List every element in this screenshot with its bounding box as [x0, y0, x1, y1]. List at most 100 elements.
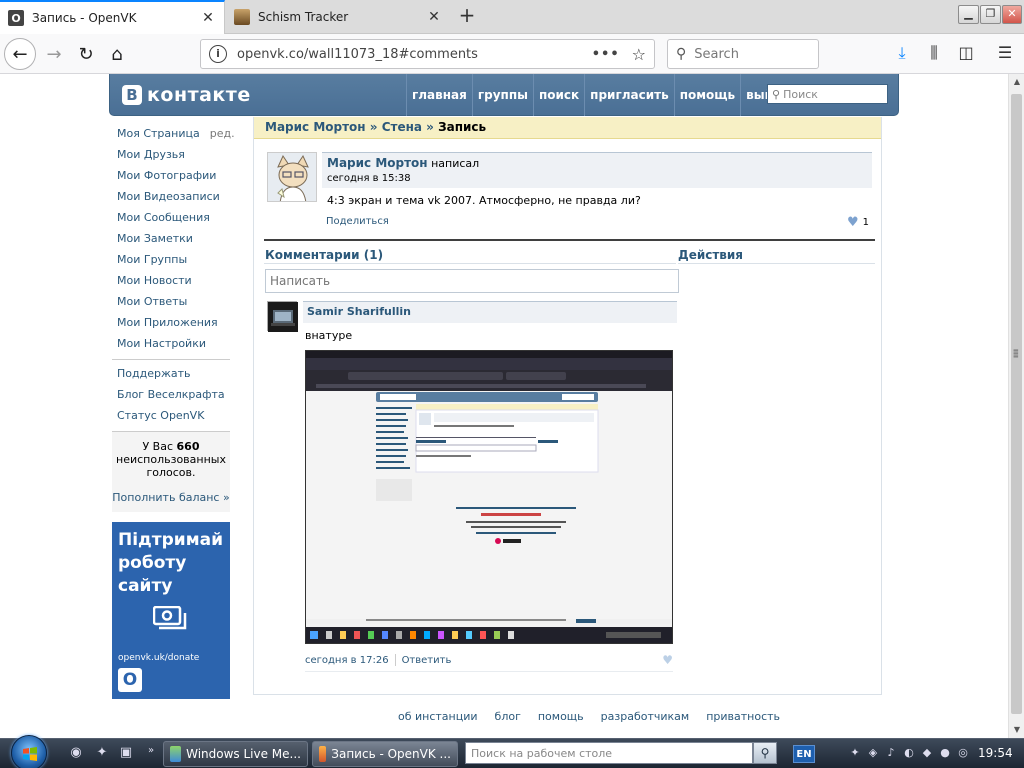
breadcrumb-user[interactable]: Марис Мортон	[265, 120, 366, 134]
topup-balance-link[interactable]: Пополнить баланс »	[112, 491, 230, 504]
taskbar-windows-live-messenger[interactable]: Windows Live Me...	[163, 741, 308, 767]
post-like-button[interactable]: ♥ 1	[847, 215, 869, 230]
post-author-link[interactable]: Марис Мортон	[327, 156, 428, 170]
menu-videos[interactable]: Мои Видеозаписи	[112, 189, 230, 210]
menu-blog[interactable]: Блог Веселкрафта	[112, 387, 230, 408]
menu-friends[interactable]: Мои Друзья	[112, 147, 230, 168]
vk-search-input[interactable]: ⚲ Поиск	[767, 84, 888, 104]
page-actions-icon[interactable]: •••	[592, 47, 620, 62]
edit-link[interactable]: ред.	[210, 127, 235, 140]
page-viewport: B контакте главная группы поиск пригласи…	[0, 74, 1008, 738]
nav-search[interactable]: поиск	[532, 74, 584, 116]
quicklaunch-browser-icon[interactable]: ◉	[67, 745, 85, 763]
comment-attached-screenshot[interactable]	[305, 350, 673, 644]
tab-title: Schism Tracker	[258, 10, 349, 24]
bookmark-star-icon[interactable]: ☆	[632, 45, 646, 64]
comment-author-link[interactable]: Samir Sharifullin	[307, 305, 411, 318]
share-link[interactable]: Поделиться	[326, 216, 389, 227]
taskbar-openvk-browser[interactable]: Запись - OpenVK ...	[312, 741, 458, 767]
tray-update-icon[interactable]: ◆	[920, 746, 934, 760]
site-info-icon[interactable]: i	[209, 45, 227, 63]
tray-security-icon[interactable]: ◐	[902, 746, 916, 760]
desktop-search-icon[interactable]: ⚲	[753, 742, 777, 764]
desktop-search-input[interactable]: Поиск на рабочем столе	[465, 742, 753, 764]
comment-input[interactable]	[265, 269, 679, 293]
breadcrumb: Марис Мортон » Стена » Запись	[254, 117, 881, 139]
restore-window-icon[interactable]: ❐	[980, 5, 1001, 24]
footer-links: об инстанции блог помощь разработчикам п…	[398, 710, 798, 723]
menu-hamburger-icon[interactable]: ☰	[994, 43, 1016, 65]
comment-like-heart-icon[interactable]: ♥	[662, 653, 673, 667]
vk-search-placeholder: Поиск	[783, 87, 818, 101]
tray-speaker-icon[interactable]: ◎	[956, 746, 970, 760]
menu-news[interactable]: Мои Новости	[112, 273, 230, 294]
menu-support[interactable]: Поддержать	[112, 366, 230, 387]
menu-apps[interactable]: Мои Приложения	[112, 315, 230, 336]
footer-about-instance[interactable]: об инстанции	[398, 710, 478, 723]
scroll-up-arrow-icon[interactable]: ▲	[1009, 74, 1024, 90]
new-tab-plus-icon[interactable]: +	[455, 4, 479, 28]
scroll-down-arrow-icon[interactable]: ▼	[1009, 722, 1024, 738]
menu-label[interactable]: Моя Страница	[117, 127, 200, 140]
breadcrumb-sep: »	[422, 120, 439, 134]
download-icon[interactable]: ⤓	[891, 43, 913, 65]
language-indicator[interactable]: EN	[793, 745, 815, 763]
footer-developers[interactable]: разработчикам	[601, 710, 690, 723]
close-tab-icon[interactable]: ✕	[200, 10, 216, 26]
vk-logo-word: контакте	[147, 84, 251, 106]
home-icon[interactable]: ⌂	[101, 38, 133, 70]
nav-groups[interactable]: группы	[471, 74, 533, 116]
nav-help[interactable]: помощь	[673, 74, 740, 116]
back-arrow-icon[interactable]: ←	[4, 38, 36, 70]
quicklaunch-terminal-icon[interactable]: ▣	[117, 745, 135, 763]
menu-notes[interactable]: Мои Заметки	[112, 231, 230, 252]
vk-logo[interactable]: B контакте	[122, 84, 251, 106]
sidebar-icon[interactable]: ◫	[955, 43, 977, 65]
comment-date[interactable]: сегодня в 17:26	[305, 655, 389, 666]
url-bar[interactable]: i openvk.co/wall11073_18#comments ••• ☆	[200, 39, 655, 69]
start-button[interactable]	[11, 735, 47, 768]
system-clock[interactable]: 19:54	[978, 746, 1013, 760]
reload-icon[interactable]: ↻	[70, 38, 102, 70]
post-author-avatar[interactable]	[267, 152, 317, 202]
donate-banner[interactable]: Підтримай роботу сайту openvk.uk/donate …	[112, 522, 230, 699]
menu-settings[interactable]: Мои Настройки	[112, 336, 230, 357]
quicklaunch-app-icon[interactable]: ✦	[93, 745, 111, 763]
tray-volume-icon[interactable]: ♪	[884, 746, 898, 760]
footer-help[interactable]: помощь	[538, 710, 584, 723]
close-window-icon[interactable]: ✕	[1002, 5, 1022, 24]
tab-schism-tracker[interactable]: Schism Tracker ✕	[226, 0, 450, 34]
menu-status[interactable]: Статус OpenVK	[112, 408, 230, 429]
nav-home[interactable]: главная	[406, 74, 472, 116]
scroll-grip-icon: ▬ ▬ ▬	[1013, 347, 1019, 360]
menu-messages[interactable]: Мои Сообщения	[112, 210, 230, 231]
tab-openvk[interactable]: O Запись - OpenVK ✕	[0, 0, 225, 34]
menu-photos[interactable]: Мои Фотографии	[112, 168, 230, 189]
browser-search-input[interactable]: ⚲ Search	[667, 39, 819, 69]
forward-arrow-icon[interactable]: →	[38, 38, 70, 70]
breadcrumb-wall[interactable]: Стена	[382, 120, 422, 134]
close-tab-icon[interactable]: ✕	[426, 9, 442, 25]
library-icon[interactable]: ⫼	[923, 43, 945, 65]
comment-author-avatar[interactable]	[267, 301, 298, 332]
footer-privacy[interactable]: приватность	[706, 710, 780, 723]
reply-link[interactable]: Ответить	[402, 655, 452, 666]
tray-network-icon[interactable]: ◈	[866, 746, 880, 760]
taskbar-button-label: Windows Live Me...	[186, 747, 301, 761]
search-icon: ⚲	[676, 46, 687, 62]
breadcrumb-current: Запись	[438, 120, 487, 134]
tray-app-icon[interactable]: ✦	[848, 746, 862, 760]
minimize-window-icon[interactable]: ▁	[958, 5, 979, 24]
page-scrollbar[interactable]: ▲ ▬ ▬ ▬ ▼	[1008, 74, 1024, 738]
quicklaunch-more-icon[interactable]: »	[142, 745, 160, 763]
menu-replies[interactable]: Мои Ответы	[112, 294, 230, 315]
scroll-thumb[interactable]	[1011, 94, 1022, 714]
actions-title: Действия	[678, 248, 744, 262]
post-date[interactable]: сегодня в 15:38	[327, 173, 867, 184]
nav-invite[interactable]: пригласить	[584, 74, 674, 116]
footer-blog[interactable]: блог	[495, 710, 521, 723]
tray-messenger-icon[interactable]: ●	[938, 746, 952, 760]
menu-groups[interactable]: Мои Группы	[112, 252, 230, 273]
browser-icon	[319, 746, 327, 762]
menu-my-page[interactable]: Моя Страница ред.	[112, 126, 235, 147]
